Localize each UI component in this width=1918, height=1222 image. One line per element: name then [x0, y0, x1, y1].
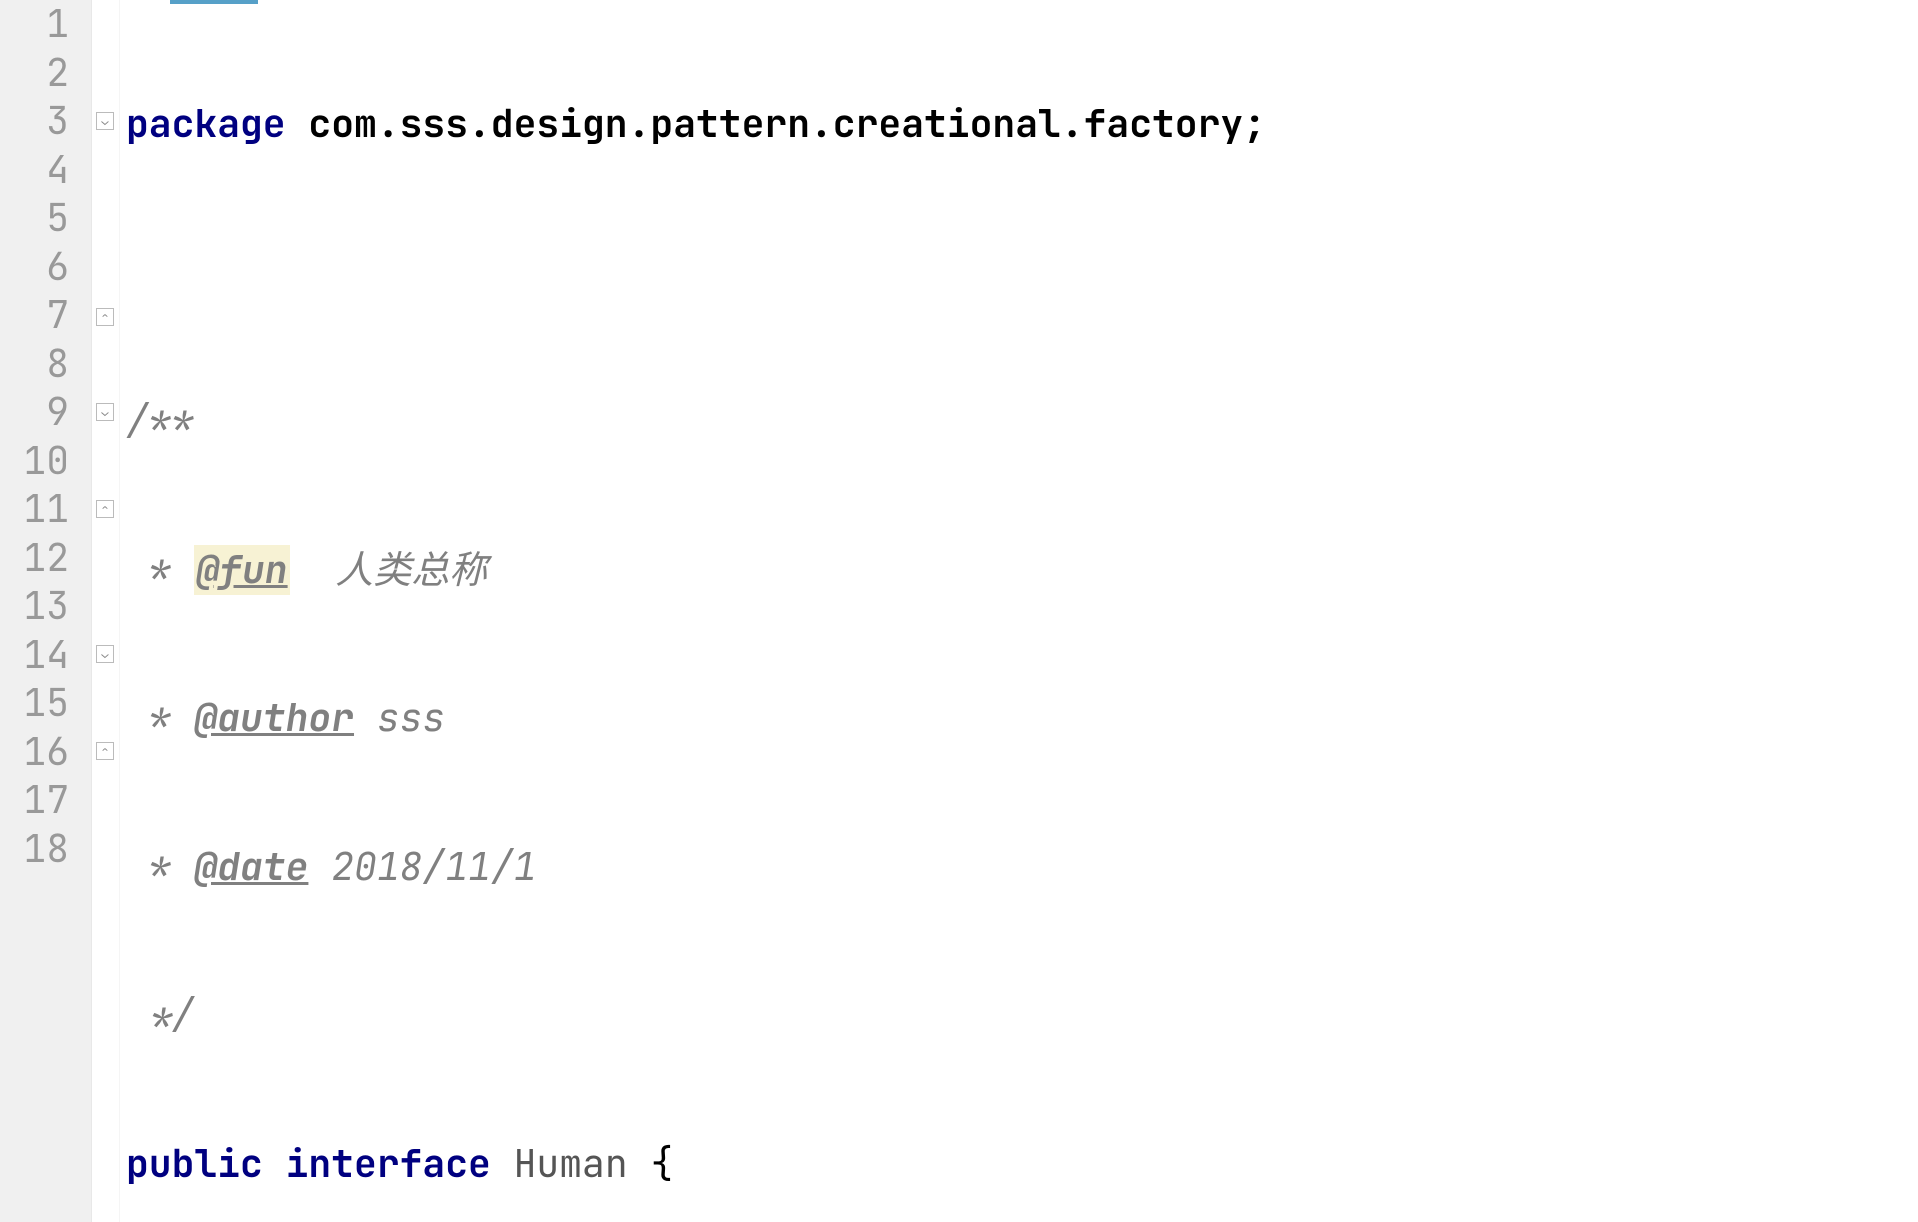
line-number[interactable]: 18: [0, 825, 69, 874]
javadoc-tag-fun: @fun: [194, 545, 289, 595]
top-indicator: [170, 0, 258, 4]
code-line[interactable]: [126, 249, 1918, 298]
fold-toggle-icon[interactable]: [96, 645, 114, 663]
line-number[interactable]: 7: [0, 291, 69, 340]
fold-toggle-icon[interactable]: [96, 403, 114, 421]
code-line[interactable]: * @date 2018/11/1: [126, 843, 1918, 892]
line-number[interactable]: 1: [0, 0, 69, 49]
javadoc-close: */: [126, 990, 194, 1040]
line-number[interactable]: 17: [0, 776, 69, 825]
code-line[interactable]: */: [126, 991, 1918, 1040]
line-number[interactable]: 16: [0, 728, 69, 777]
keyword-interface: interface: [286, 1139, 514, 1189]
javadoc-tag-author: @author: [194, 693, 354, 743]
javadoc-text: sss: [354, 693, 445, 743]
line-number[interactable]: 8: [0, 340, 69, 389]
line-number[interactable]: 9: [0, 388, 69, 437]
code-line[interactable]: package com.sss.design.pattern.creationa…: [126, 100, 1918, 149]
line-number[interactable]: 10: [0, 437, 69, 486]
line-number[interactable]: 6: [0, 243, 69, 292]
brace-open: {: [650, 1139, 673, 1189]
fold-toggle-icon[interactable]: [96, 500, 114, 518]
code-line[interactable]: public interface Human {: [126, 1140, 1918, 1189]
line-number-gutter: 1 2 3 4 5 6 7 8 9 10 11 12 13 14 15 16 1…: [0, 0, 92, 1222]
fold-toggle-icon[interactable]: [96, 308, 114, 326]
fold-column: [92, 0, 120, 1222]
line-number[interactable]: 4: [0, 146, 69, 195]
code-line[interactable]: * @fun 人类总称: [126, 546, 1918, 595]
keyword-public: public: [126, 1139, 286, 1189]
code-line[interactable]: /**: [126, 397, 1918, 446]
javadoc-text: 2018/11/1: [308, 842, 536, 892]
line-number[interactable]: 15: [0, 679, 69, 728]
line-number[interactable]: 13: [0, 582, 69, 631]
line-number[interactable]: 11: [0, 485, 69, 534]
code-editor[interactable]: package com.sss.design.pattern.creationa…: [120, 0, 1918, 1222]
keyword-package: package: [126, 99, 286, 149]
package-path: com.sss.design.pattern.creational.factor…: [286, 99, 1266, 149]
javadoc-tag-date: @date: [194, 842, 308, 892]
javadoc-open: /**: [126, 396, 194, 446]
javadoc-star: *: [126, 842, 194, 892]
javadoc-star: *: [126, 693, 194, 743]
line-number[interactable]: 14: [0, 631, 69, 680]
line-number[interactable]: 2: [0, 49, 69, 98]
interface-name: Human: [514, 1139, 651, 1189]
line-number[interactable]: 3: [0, 97, 69, 146]
line-number[interactable]: 12: [0, 534, 69, 583]
fold-toggle-icon[interactable]: [96, 742, 114, 760]
javadoc-star: *: [126, 545, 194, 595]
fold-toggle-icon[interactable]: [96, 112, 114, 130]
line-number[interactable]: 5: [0, 194, 69, 243]
code-line[interactable]: * @author sss: [126, 694, 1918, 743]
javadoc-text: 人类总称: [290, 545, 488, 595]
